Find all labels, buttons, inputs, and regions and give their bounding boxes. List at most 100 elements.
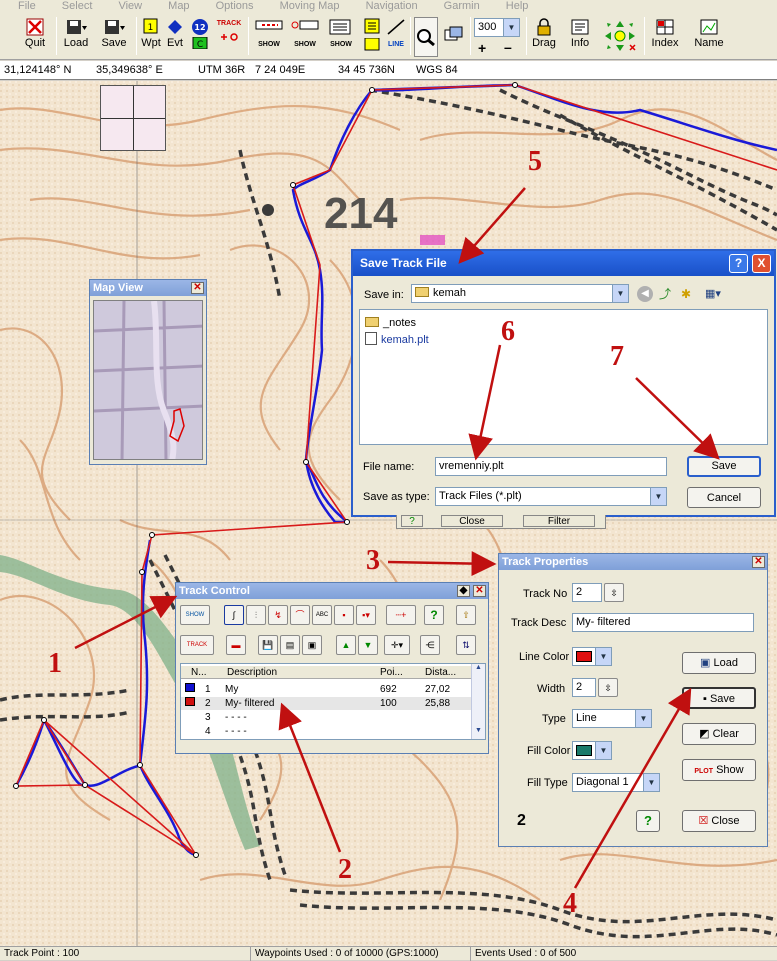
file-item-kemah[interactable]: kemah.plt xyxy=(365,332,429,346)
split-icon[interactable]: ⫶ xyxy=(246,605,266,625)
help-icon[interactable]: ? xyxy=(424,605,444,625)
col-distance[interactable]: Dista... xyxy=(425,666,456,679)
load-button[interactable]: Load xyxy=(60,16,92,58)
hidden-help-button[interactable]: ? xyxy=(401,515,423,527)
stepper-icon[interactable]: ⇳ xyxy=(604,583,624,602)
name-button[interactable]: Name xyxy=(690,16,728,58)
table-row[interactable]: 4 - - - - xyxy=(181,725,471,738)
zoom-out-button[interactable]: – xyxy=(504,39,512,55)
menu-map[interactable]: Map xyxy=(150,0,194,13)
up-folder-icon[interactable]: ⤴ xyxy=(659,286,675,302)
move-up-icon[interactable]: ▲ xyxy=(336,635,356,655)
properties-icon[interactable]: ▣ xyxy=(302,635,322,655)
index-button[interactable]: Index xyxy=(648,16,682,58)
track-properties-window[interactable]: Track Properties ✕ Track No 2 ⇳ Track De… xyxy=(498,553,768,847)
menu-moving-map[interactable]: Moving Map xyxy=(262,0,345,13)
menu-select[interactable]: Select xyxy=(44,0,98,13)
zoom-select[interactable]: 300 ▼ xyxy=(474,18,520,37)
show-track-button[interactable]: SHOW xyxy=(180,605,210,625)
save-in-select[interactable]: kemah ▼ xyxy=(411,284,629,303)
table-row[interactable]: 3 - - - - xyxy=(181,711,471,724)
add-menu-icon[interactable]: ✛▾ xyxy=(384,635,410,655)
line-color-select[interactable]: ▼ xyxy=(572,647,612,666)
close-icon[interactable]: ✕ xyxy=(752,556,765,568)
quit-button[interactable]: Quit xyxy=(20,16,50,58)
save-as-type-select[interactable]: Track Files (*.plt) ▼ xyxy=(435,487,667,506)
track-record-button[interactable]: TRACK xyxy=(180,635,214,655)
view-menu-icon[interactable]: ▦▾ xyxy=(705,286,729,302)
map-view-window[interactable]: Map View ✕ xyxy=(89,279,207,465)
minus-line-icon[interactable]: ▬ xyxy=(226,635,246,655)
clear-button[interactable]: ◩ Clear xyxy=(682,723,756,745)
table-row[interactable]: 2 My- filtered 100 25,88 xyxy=(181,697,471,710)
minimize-icon[interactable]: ◆ xyxy=(457,585,470,597)
abc-icon[interactable]: ABC xyxy=(312,605,332,625)
menu-help[interactable]: Help xyxy=(488,0,534,13)
close-icon[interactable]: ✕ xyxy=(473,585,486,597)
help-icon[interactable]: ? xyxy=(729,254,748,273)
file-name-input[interactable]: vremenniy.plt xyxy=(435,457,667,476)
drag-button[interactable]: Drag xyxy=(530,16,558,58)
track-button[interactable]: TRACK xyxy=(214,16,244,58)
waypoint-button[interactable]: 1 Wpt xyxy=(140,16,162,58)
type-select[interactable]: Line ▼ xyxy=(572,709,652,728)
zoom-tool-button[interactable] xyxy=(414,17,438,57)
waypoint-table-button[interactable] xyxy=(362,16,384,58)
show-button[interactable]: PLOT Show xyxy=(682,759,756,781)
fill-color-select[interactable]: ▼ xyxy=(572,741,612,760)
tree-icon[interactable]: ⋲ xyxy=(420,635,440,655)
show-waypoints-button[interactable]: SHOW xyxy=(252,16,286,58)
table-row[interactable]: 1 My 692 27,02 xyxy=(181,683,471,696)
list-icon[interactable]: ▤ xyxy=(280,635,300,655)
track-control-titlebar[interactable]: Track Control ◆ ✕ xyxy=(176,583,488,599)
back-icon[interactable]: ◀ xyxy=(637,286,653,302)
event-button[interactable]: Evt xyxy=(164,16,186,58)
help-button[interactable]: ? xyxy=(636,810,660,832)
width-input[interactable]: 2 xyxy=(572,678,596,697)
hidden-close-button[interactable]: Close xyxy=(441,515,503,527)
window-button[interactable] xyxy=(441,16,467,58)
map-view-thumbnail[interactable] xyxy=(93,300,203,460)
move-down-icon[interactable]: ▼ xyxy=(358,635,378,655)
table-scrollbar[interactable]: ▲ ▼ xyxy=(471,664,485,739)
fill-type-select[interactable]: Diagonal 1 ▼ xyxy=(572,773,660,792)
hidden-filter-button[interactable]: Filter xyxy=(523,515,595,527)
close-button[interactable]: ☒ Close xyxy=(682,810,756,832)
stepper-icon[interactable]: ⇳ xyxy=(598,678,618,697)
track-control-window[interactable]: Track Control ◆ ✕ SHOW ∫ ⫶ ↯ ⌒ ABC ▪ ▪▾ … xyxy=(175,582,489,754)
menu-options[interactable]: Options xyxy=(198,0,259,13)
map-view-titlebar[interactable]: Map View ✕ xyxy=(90,280,206,296)
point-icon[interactable]: ▪ xyxy=(334,605,354,625)
file-list[interactable]: _notes kemah.plt xyxy=(359,309,768,445)
cancel-button[interactable]: Cancel xyxy=(687,487,761,508)
sort-icon[interactable]: ⇅ xyxy=(456,635,476,655)
col-n[interactable]: N... xyxy=(191,666,207,679)
new-folder-icon[interactable]: ✱ xyxy=(681,286,697,302)
save-track-button[interactable]: ▪ Save xyxy=(682,687,756,709)
col-description[interactable]: Description xyxy=(227,666,277,679)
load-track-button[interactable]: ▣ Load xyxy=(682,652,756,674)
show-events-button[interactable]: SHOW xyxy=(288,16,322,58)
join-icon[interactable]: ⌒ xyxy=(290,605,310,625)
track-desc-input[interactable]: My- filtered xyxy=(572,613,754,632)
line-button[interactable]: LINE xyxy=(384,16,408,58)
track-table[interactable]: N... Description Poi... Dista... 1 My 69… xyxy=(180,663,486,740)
save-button[interactable]: Save xyxy=(687,456,761,477)
info-button[interactable]: Info xyxy=(566,16,594,58)
map-index-grid[interactable] xyxy=(100,85,166,151)
menu-view[interactable]: View xyxy=(100,0,147,13)
menu-garmin[interactable]: Garmin xyxy=(426,0,485,13)
menu-navigation[interactable]: Navigation xyxy=(348,0,423,13)
edit-points-icon[interactable]: ↯ xyxy=(268,605,288,625)
zoom-in-button[interactable]: + xyxy=(478,40,486,56)
show-tracks-button[interactable]: SHOW xyxy=(324,16,358,58)
file-item-notes[interactable]: _notes xyxy=(365,316,416,330)
curve-icon[interactable]: ∫ xyxy=(224,605,244,625)
close-icon[interactable]: ✕ xyxy=(191,282,204,294)
close-icon[interactable]: X xyxy=(752,254,771,273)
save-track-icon[interactable]: 💾 xyxy=(258,635,278,655)
track-properties-titlebar[interactable]: Track Properties ✕ xyxy=(499,554,767,570)
col-points[interactable]: Poi... xyxy=(380,666,403,679)
track-no-input[interactable]: 2 xyxy=(572,583,602,602)
upload-icon[interactable]: ⇧ xyxy=(456,605,476,625)
